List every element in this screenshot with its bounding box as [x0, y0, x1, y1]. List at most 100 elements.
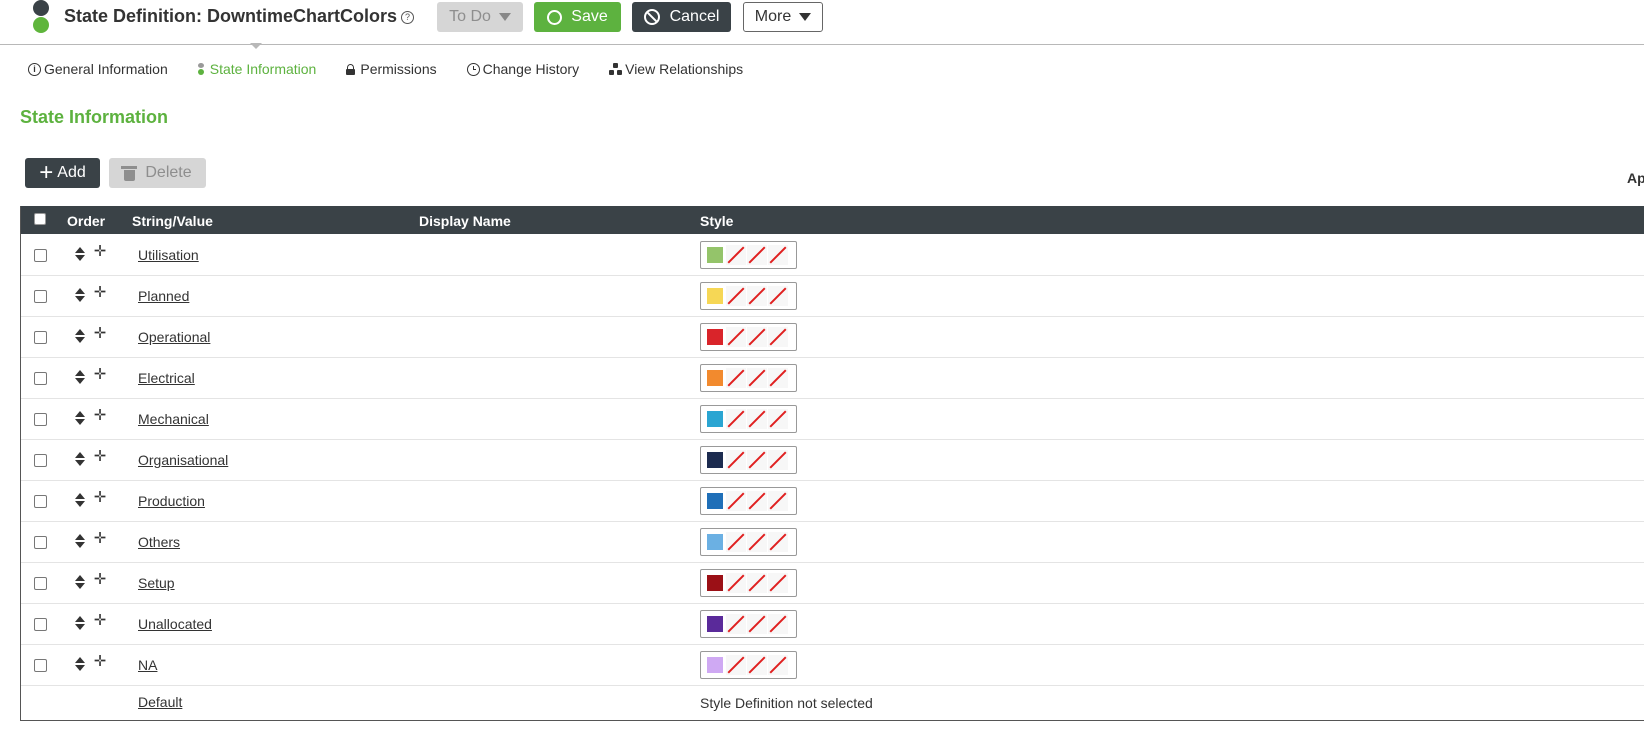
help-icon[interactable]: ? — [401, 11, 415, 24]
color-swatch — [707, 493, 723, 509]
style-selector[interactable] — [700, 610, 797, 638]
row-checkbox[interactable] — [34, 577, 47, 590]
move-icon[interactable]: ✛ — [93, 326, 107, 341]
add-button[interactable]: + Add — [25, 158, 100, 188]
sort-arrows-icon[interactable] — [75, 450, 85, 468]
delete-button[interactable]: Delete — [109, 158, 206, 188]
state-value-link[interactable]: Others — [138, 534, 180, 550]
style-selector[interactable] — [700, 569, 797, 597]
sort-arrows-icon[interactable] — [75, 368, 85, 386]
column-header-string-value[interactable]: String/Value — [132, 213, 213, 229]
table-row: ✛ Setup — [21, 562, 1644, 604]
state-value-link[interactable]: Organisational — [138, 452, 228, 468]
style-selector[interactable] — [700, 323, 797, 351]
row-checkbox[interactable] — [34, 495, 47, 508]
truncated-label: Ap — [1627, 170, 1644, 186]
default-value-link[interactable]: Default — [138, 694, 182, 710]
no-color-icon — [726, 614, 746, 634]
sort-arrows-icon[interactable] — [75, 655, 85, 673]
tab-view-relationships[interactable]: View Relationships — [609, 59, 743, 79]
sort-arrows-icon[interactable] — [75, 491, 85, 509]
state-value-link[interactable]: Electrical — [138, 370, 195, 386]
no-color-icon — [747, 286, 767, 306]
row-checkbox[interactable] — [34, 536, 47, 549]
state-value-link[interactable]: Setup — [138, 575, 175, 591]
no-color-icon — [726, 573, 746, 593]
row-checkbox[interactable] — [34, 413, 47, 426]
move-icon[interactable]: ✛ — [93, 613, 107, 628]
no-color-icon — [747, 573, 767, 593]
row-checkbox[interactable] — [34, 659, 47, 672]
move-icon[interactable]: ✛ — [93, 572, 107, 587]
sort-arrows-icon[interactable] — [75, 614, 85, 632]
style-selector[interactable] — [700, 282, 797, 310]
state-value-link[interactable]: Mechanical — [138, 411, 209, 427]
no-color-icon — [768, 450, 788, 470]
save-button[interactable]: Save — [534, 2, 621, 32]
style-selector[interactable] — [700, 446, 797, 474]
tab-general-information[interactable]: i General Information — [28, 59, 168, 79]
style-selector[interactable] — [700, 528, 797, 556]
color-swatch — [707, 288, 723, 304]
sort-arrows-icon[interactable] — [75, 573, 85, 591]
color-swatch — [707, 657, 723, 673]
tab-change-history[interactable]: Change History — [466, 59, 579, 79]
move-icon[interactable]: ✛ — [93, 244, 107, 259]
style-selector[interactable] — [700, 405, 797, 433]
chevron-down-icon — [498, 13, 511, 21]
state-value-link[interactable]: Production — [138, 493, 205, 509]
column-header-order[interactable]: Order — [67, 213, 105, 229]
move-icon[interactable]: ✛ — [93, 531, 107, 546]
column-header-display-name[interactable]: Display Name — [419, 213, 511, 229]
sort-arrows-icon[interactable] — [75, 409, 85, 427]
color-swatch — [707, 534, 723, 550]
state-icon — [197, 63, 204, 75]
color-swatch — [707, 247, 723, 263]
no-color-icon — [768, 655, 788, 675]
sort-arrows-icon[interactable] — [75, 327, 85, 345]
column-header-style[interactable]: Style — [700, 213, 733, 229]
move-icon[interactable]: ✛ — [93, 367, 107, 382]
sort-arrows-icon[interactable] — [75, 532, 85, 550]
sort-arrows-icon[interactable] — [75, 245, 85, 263]
more-button[interactable]: More — [743, 2, 823, 32]
state-value-link[interactable]: Utilisation — [138, 247, 199, 263]
no-color-icon — [726, 532, 746, 552]
style-selector[interactable] — [700, 651, 797, 679]
default-style-text: Style Definition not selected — [700, 695, 873, 711]
move-icon[interactable]: ✛ — [93, 449, 107, 464]
no-color-icon — [747, 614, 767, 634]
state-value-link[interactable]: Planned — [138, 288, 189, 304]
move-icon[interactable]: ✛ — [93, 490, 107, 505]
sort-arrows-icon[interactable] — [75, 286, 85, 304]
no-color-icon — [726, 409, 746, 429]
color-swatch — [707, 452, 723, 468]
select-all-checkbox[interactable] — [34, 213, 46, 225]
row-checkbox[interactable] — [34, 249, 47, 262]
move-icon[interactable]: ✛ — [93, 408, 107, 423]
row-checkbox[interactable] — [34, 290, 47, 303]
row-checkbox[interactable] — [34, 331, 47, 344]
state-value-link[interactable]: Operational — [138, 329, 210, 345]
row-checkbox[interactable] — [34, 454, 47, 467]
state-value-link[interactable]: Unallocated — [138, 616, 212, 632]
no-color-icon — [768, 286, 788, 306]
section-title: State Information — [20, 107, 169, 127]
color-swatch — [707, 616, 723, 632]
ban-icon — [643, 9, 660, 25]
state-value-link[interactable]: NA — [138, 657, 157, 673]
tab-permissions[interactable]: Permissions — [346, 59, 437, 79]
move-icon[interactable]: ✛ — [93, 654, 107, 669]
cancel-button[interactable]: Cancel — [632, 2, 731, 32]
clock-icon — [466, 62, 480, 76]
todo-button[interactable]: To Do — [437, 2, 523, 32]
row-checkbox[interactable] — [34, 618, 47, 631]
style-selector[interactable] — [700, 487, 797, 515]
states-table: Order String/Value Display Name Style ✛ U… — [20, 206, 1644, 721]
style-selector[interactable] — [700, 364, 797, 392]
row-checkbox[interactable] — [34, 372, 47, 385]
table-row: ✛ Organisational — [21, 439, 1644, 481]
tab-state-information[interactable]: State Information — [197, 59, 316, 79]
move-icon[interactable]: ✛ — [93, 285, 107, 300]
style-selector[interactable] — [700, 241, 797, 269]
